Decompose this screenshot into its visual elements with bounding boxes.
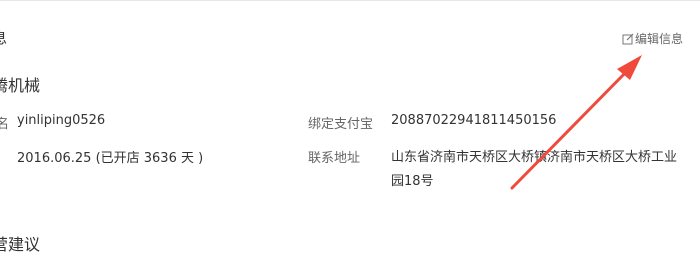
edit-info-label: 编辑信息 — [635, 32, 684, 46]
edit-info-button[interactable]: 编辑信息 — [622, 30, 683, 47]
opened-date-value: 2016.06.25 (已开店 3636 天 ) — [17, 151, 204, 166]
address-value: 山东省济南市天桥区大桥镇济南市天桥区大桥工业园18号 — [391, 150, 678, 189]
address-label: 联系地址 — [308, 151, 361, 166]
suggestions-title: 营建议 — [0, 235, 41, 254]
alipay-label: 绑定支付宝 — [308, 117, 374, 132]
alipay-value: 2088702294181145015­6 — [391, 113, 557, 128]
account-value: yinliping0526 — [17, 113, 106, 128]
edit-icon — [622, 33, 634, 44]
store-info-panel: 息 编辑信息 腾机械 名 yinliping0526 绑定支付宝 2088702… — [0, 0, 700, 261]
account-label: 名 — [0, 117, 10, 132]
divider — [0, 0, 700, 1]
shop-name: 腾机械 — [0, 76, 41, 95]
section-title: 息 — [0, 27, 7, 48]
